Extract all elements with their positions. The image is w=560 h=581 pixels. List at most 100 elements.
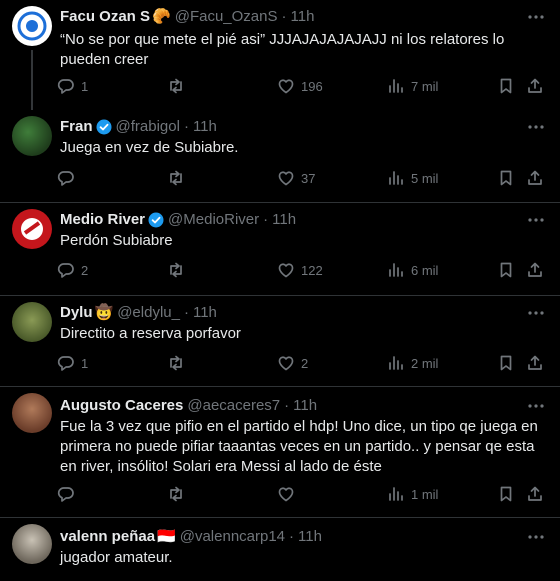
reply-button[interactable] xyxy=(57,168,81,188)
verified-badge-icon xyxy=(96,119,112,135)
retweet-button[interactable] xyxy=(167,168,191,188)
share-button[interactable] xyxy=(526,353,544,373)
timestamp[interactable]: 11h xyxy=(272,211,296,229)
tweet-medio-river[interactable]: Medio River @MedioRiver · 11h Perdón Sub… xyxy=(0,203,560,295)
reply-icon xyxy=(57,79,74,94)
views-count: 1 mil xyxy=(411,486,439,502)
username[interactable]: @aecaceres7 xyxy=(187,397,280,415)
username[interactable]: @valenncarp14 xyxy=(180,528,285,546)
like-button[interactable]: 196 xyxy=(277,76,323,96)
like-count: 196 xyxy=(301,78,323,94)
display-name[interactable]: Facu Ozan S xyxy=(60,8,150,26)
action-bar: 37 5 mil xyxy=(57,168,544,188)
action-bar: 1 196 7 mil xyxy=(57,76,544,96)
views-count: 7 mil xyxy=(411,78,439,94)
tweet-text: Fue la 3 vez que pifio en el partido el … xyxy=(60,418,538,475)
tweet-valenn[interactable]: valenn peñaa 🇮🇩 @valenncarp14 · 11h juga… xyxy=(0,518,560,581)
timestamp[interactable]: 11h xyxy=(291,8,315,26)
avatar[interactable] xyxy=(12,209,52,249)
bookmark-button[interactable] xyxy=(497,76,515,96)
tweet-dylu[interactable]: Dylu 🤠 @eldylu_ · 11h Directito a reserv… xyxy=(0,296,560,386)
avatar[interactable] xyxy=(12,302,52,342)
bookmark-icon xyxy=(500,170,512,186)
like-button[interactable]: 2 xyxy=(277,353,308,373)
avatar[interactable] xyxy=(12,116,52,156)
tweet-text: Directito a reserva porfavor xyxy=(60,325,241,342)
tweet-facu[interactable]: Facu Ozan S 🥐 @Facu_OzanS · 11h “No se p… xyxy=(0,0,560,112)
name-emoji: 🥐 xyxy=(152,8,171,25)
reply-button[interactable]: 2 xyxy=(57,260,88,280)
share-icon xyxy=(528,486,542,501)
more-icon[interactable] xyxy=(526,8,546,26)
display-name[interactable]: Medio River xyxy=(60,211,145,229)
timestamp[interactable]: 11h xyxy=(193,118,217,136)
reply-icon xyxy=(57,356,74,371)
share-button[interactable] xyxy=(526,76,544,96)
tweet-fran[interactable]: Fran @frabigol · 11h Juega en vez de Sub… xyxy=(0,112,560,202)
timestamp[interactable]: 11h xyxy=(298,528,322,546)
username[interactable]: @eldylu_ xyxy=(117,304,180,322)
share-icon xyxy=(528,262,542,277)
tweet-text: Perdón Subiabre xyxy=(60,232,173,249)
retweet-button[interactable] xyxy=(167,484,191,504)
avatar[interactable] xyxy=(12,393,52,433)
bookmark-icon xyxy=(500,262,512,278)
display-name[interactable]: Fran xyxy=(60,118,93,136)
username[interactable]: @frabigol xyxy=(116,118,180,136)
username[interactable]: @Facu_OzanS xyxy=(175,8,278,26)
avatar[interactable] xyxy=(12,524,52,564)
share-button[interactable] xyxy=(526,168,544,188)
display-name[interactable]: valenn peñaa xyxy=(60,528,155,546)
like-button[interactable]: 122 xyxy=(277,260,323,280)
views-button[interactable]: 1 mil xyxy=(387,484,438,504)
views-button[interactable]: 5 mil xyxy=(387,168,438,188)
tweet-text: Juega en vez de Subiabre. xyxy=(60,139,239,156)
more-icon[interactable] xyxy=(526,397,546,415)
more-icon[interactable] xyxy=(526,118,546,136)
like-button[interactable] xyxy=(277,484,301,504)
action-bar: 2 122 6 mil xyxy=(57,260,544,280)
bookmark-button[interactable] xyxy=(497,484,515,504)
reply-button[interactable] xyxy=(57,484,81,504)
bookmark-button[interactable] xyxy=(497,260,515,280)
views-button[interactable]: 7 mil xyxy=(387,76,438,96)
share-button[interactable] xyxy=(526,484,544,504)
share-icon xyxy=(528,170,542,185)
bookmark-icon xyxy=(500,78,512,94)
views-count: 6 mil xyxy=(411,262,439,278)
username[interactable]: @MedioRiver xyxy=(168,211,259,229)
reply-icon xyxy=(57,487,74,502)
retweet-icon xyxy=(170,355,182,371)
more-icon[interactable] xyxy=(526,528,546,546)
like-count: 37 xyxy=(301,170,316,186)
avatar[interactable] xyxy=(12,6,52,46)
reply-button[interactable]: 1 xyxy=(57,353,88,373)
views-button[interactable]: 6 mil xyxy=(387,260,438,280)
views-button[interactable]: 2 mil xyxy=(387,353,438,373)
retweet-button[interactable] xyxy=(167,76,191,96)
views-icon xyxy=(389,263,403,277)
timestamp[interactable]: 11h xyxy=(193,304,217,322)
separator-dot: · xyxy=(263,211,269,228)
display-name[interactable]: Augusto Caceres xyxy=(60,397,183,415)
retweet-icon xyxy=(170,170,182,186)
views-count: 5 mil xyxy=(411,170,439,186)
more-icon[interactable] xyxy=(526,304,546,322)
views-count: 2 mil xyxy=(411,355,439,371)
retweet-button[interactable] xyxy=(167,353,191,373)
timestamp[interactable]: 11h xyxy=(293,397,317,415)
reply-button[interactable]: 1 xyxy=(57,76,88,96)
bookmark-button[interactable] xyxy=(497,353,515,373)
bookmark-button[interactable] xyxy=(497,168,515,188)
action-bar: 1 mil xyxy=(57,484,544,504)
more-icon[interactable] xyxy=(526,211,546,229)
retweet-button[interactable] xyxy=(167,260,191,280)
display-name[interactable]: Dylu xyxy=(60,304,93,322)
name-emoji: 🤠 xyxy=(94,304,114,321)
tweet-header: Facu Ozan S 🥐 @Facu_OzanS · 11h xyxy=(60,8,314,26)
share-icon xyxy=(528,355,542,370)
tweet-augusto[interactable]: Augusto Caceres @aecaceres7 · 11h Fue la… xyxy=(0,387,560,517)
like-button[interactable]: 37 xyxy=(277,168,315,188)
share-button[interactable] xyxy=(526,260,544,280)
tweet-header: Medio River @MedioRiver · 11h xyxy=(60,211,296,229)
